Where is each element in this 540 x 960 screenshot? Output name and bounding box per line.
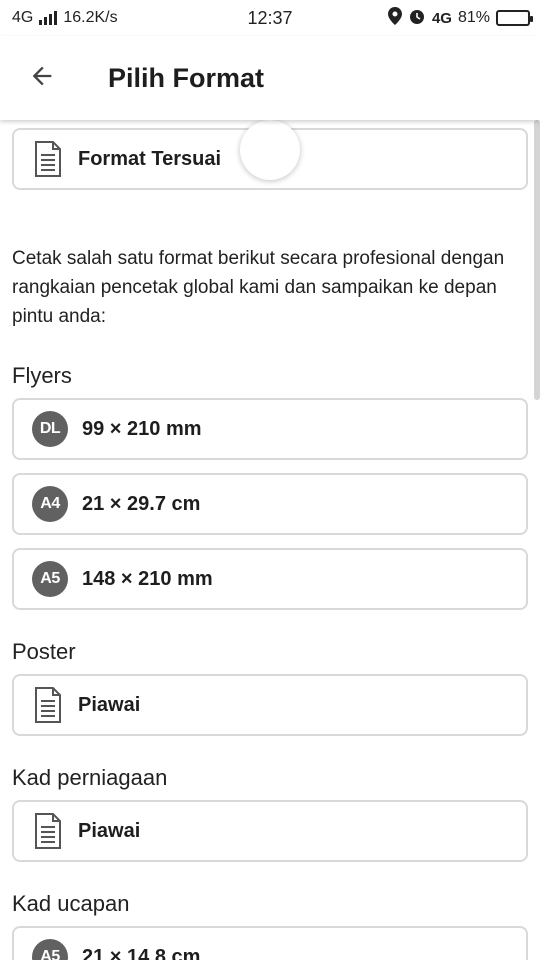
network-speed: 16.2K/s: [63, 9, 118, 26]
intro-text: Cetak salah satu format berikut secara p…: [12, 248, 505, 327]
network-type-left: 4G: [12, 9, 34, 26]
section-title-greeting-card: Kad ucapan: [12, 891, 130, 916]
document-icon: [32, 686, 64, 724]
section-title-poster: Poster: [12, 639, 76, 664]
section-title-business-card: Kad perniagaan: [12, 765, 168, 790]
flyer-dl-card[interactable]: DL 99 × 210 mm: [12, 398, 528, 460]
business-card-label: Piawai: [78, 819, 141, 842]
greeting-card-a5-card[interactable]: A5 21 × 14.8 cm: [12, 926, 528, 960]
location-icon: [387, 6, 402, 30]
battery-percent: 81%: [457, 9, 490, 26]
flyer-a5-card[interactable]: A5 148 × 210 mm: [12, 548, 528, 610]
network-type-right: 4G: [431, 9, 452, 27]
scrollbar[interactable]: [534, 120, 540, 400]
size-label: 148 × 210 mm: [82, 567, 213, 590]
back-button[interactable]: [12, 48, 72, 108]
size-badge: A5: [32, 561, 68, 597]
document-icon: [32, 140, 64, 178]
touch-ripple: [240, 120, 300, 180]
size-badge: A5: [32, 939, 68, 960]
signal-icon: [39, 11, 58, 25]
section-title-flyers: Flyers: [12, 363, 72, 388]
size-badge: A4: [32, 486, 68, 522]
alarm-icon: [408, 7, 426, 30]
custom-format-label: Format Tersuai: [78, 147, 221, 170]
business-card-standard-card[interactable]: Piawai: [12, 800, 528, 862]
size-label: 21 × 14.8 cm: [82, 945, 201, 960]
battery-icon: [496, 10, 533, 26]
flyer-a4-card[interactable]: A4 21 × 29.7 cm: [12, 473, 528, 535]
app-bar: Pilih Format: [0, 36, 540, 120]
status-right: 4G 81%: [387, 6, 533, 30]
size-badge: DL: [32, 411, 68, 447]
poster-standard-card[interactable]: Piawai: [12, 674, 528, 736]
status-left: 4G 16.2K/s: [12, 9, 118, 27]
page-title: Pilih Format: [108, 62, 265, 93]
poster-label: Piawai: [78, 693, 141, 716]
format-list[interactable]: Format Tersuai Cetak salah satu format b…: [0, 120, 540, 960]
size-label: 21 × 29.7 cm: [82, 492, 201, 515]
status-bar: 4G 16.2K/s 12:37 4G 81%: [0, 0, 540, 36]
document-icon: [32, 812, 64, 850]
arrow-left-icon: [28, 62, 56, 95]
size-label: 99 × 210 mm: [82, 417, 202, 440]
